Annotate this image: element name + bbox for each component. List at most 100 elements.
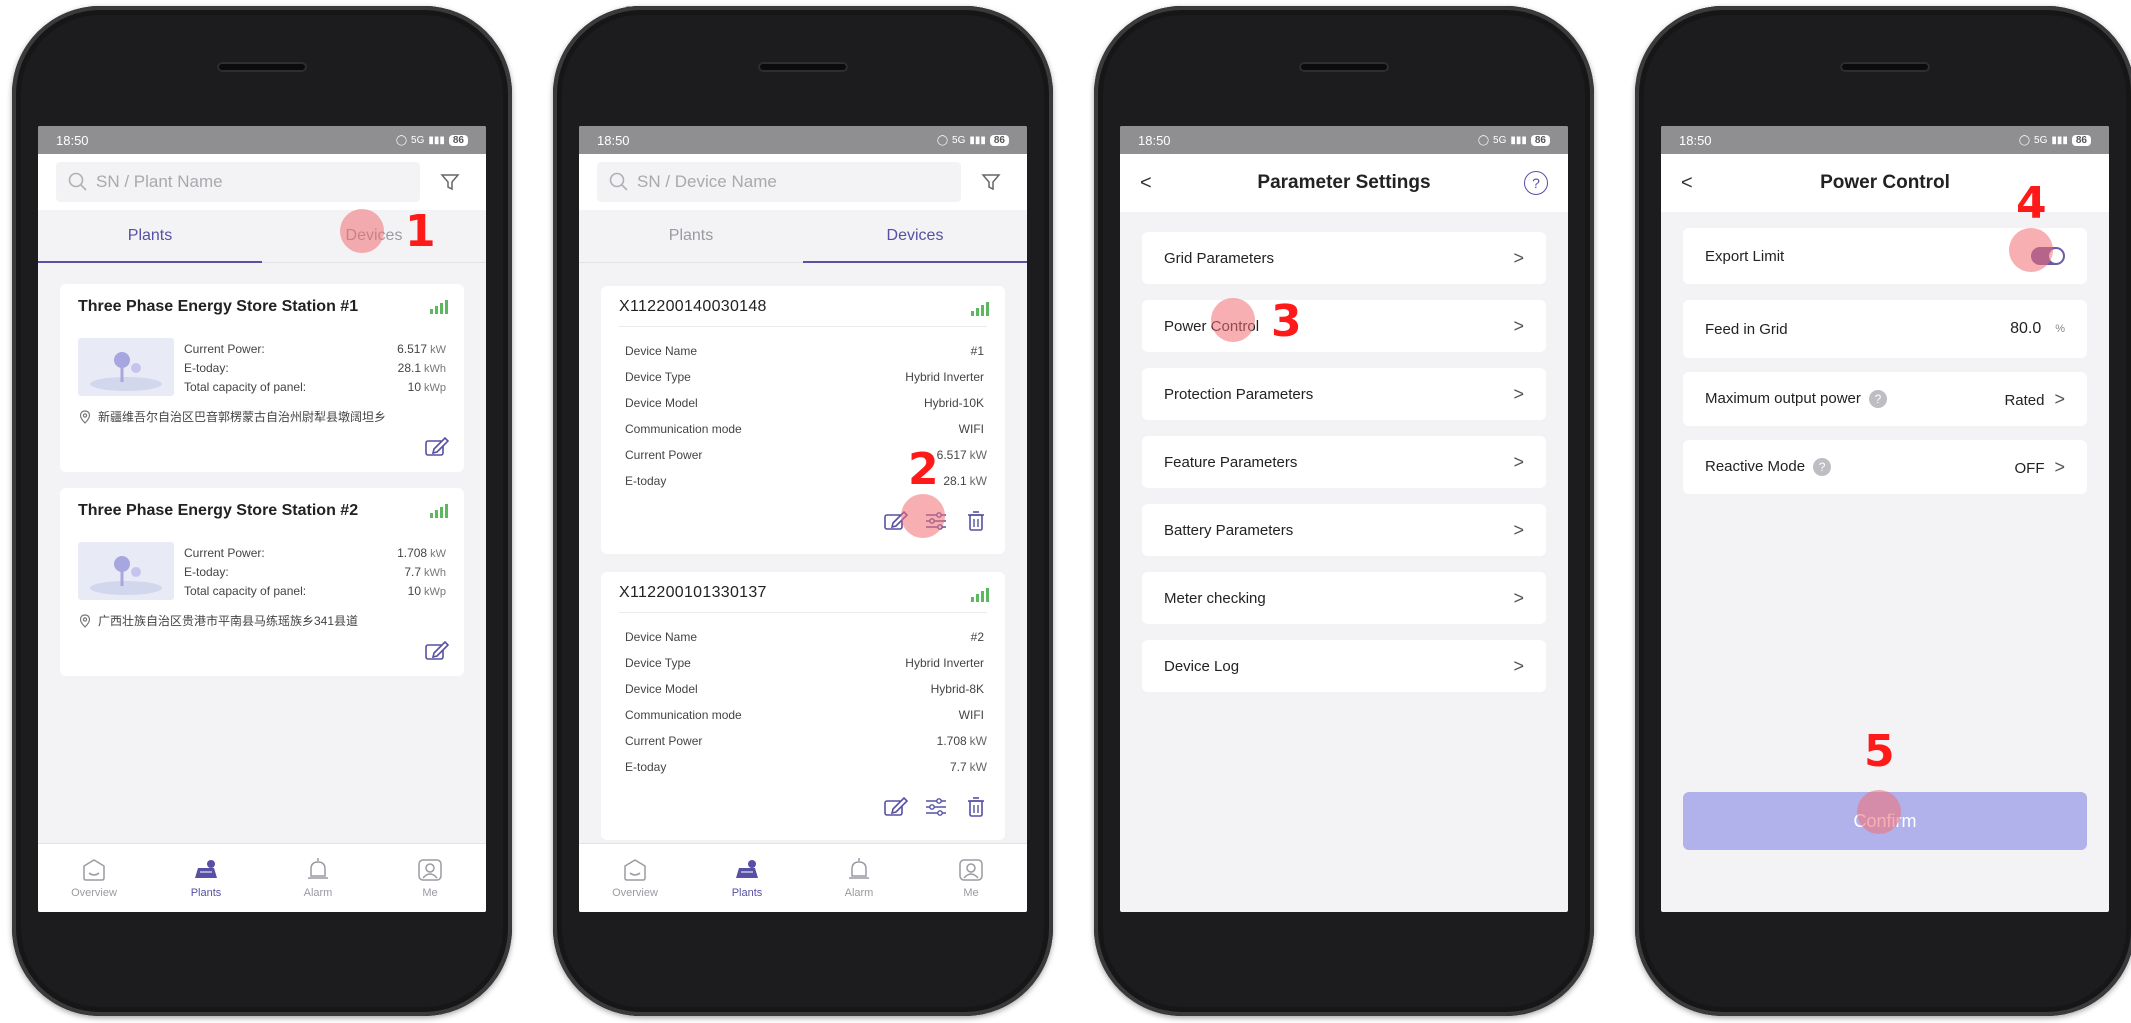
location-pin-icon bbox=[90, 556, 162, 595]
edit-button[interactable] bbox=[424, 434, 450, 460]
tab-devices[interactable]: Devices bbox=[803, 210, 1027, 263]
status-time: 18:50 bbox=[1138, 132, 1171, 148]
menu-item-protection-parameters[interactable]: Protection Parameters > bbox=[1142, 368, 1546, 420]
device-card[interactable]: X112200101330137 Device Name #2 Device Ty… bbox=[601, 572, 1005, 840]
search-placeholder: SN / Device Name bbox=[637, 172, 777, 191]
feed-in-grid-input[interactable]: 80.0 % bbox=[2010, 320, 2065, 338]
help-icon[interactable]: ? bbox=[1868, 390, 1887, 409]
nav-plants[interactable]: Plants bbox=[691, 844, 803, 912]
filter-icon bbox=[440, 174, 460, 191]
chevron-right-icon: > bbox=[1513, 519, 1524, 540]
stat-row: Current Power: 1.708 kW bbox=[184, 546, 446, 560]
stat-value: 7.7 bbox=[404, 565, 421, 579]
menu-item-power-control[interactable]: Power Control > bbox=[1142, 300, 1546, 352]
nav-alarm[interactable]: Alarm bbox=[262, 844, 374, 912]
row-label: Device Name bbox=[625, 344, 698, 358]
row-value: WIFI bbox=[958, 708, 984, 722]
nav-label: Plants bbox=[190, 886, 222, 899]
signal-icon: ▮▮▮ bbox=[1510, 134, 1527, 146]
row-label: Communication mode bbox=[625, 422, 742, 436]
station-card[interactable]: Three Phase Energy Store Station #1 Curr… bbox=[60, 284, 464, 472]
step-number: 3 bbox=[1271, 296, 1302, 347]
device-row: E-today 7.7 kW bbox=[625, 760, 987, 774]
stat-unit: kWp bbox=[424, 586, 446, 598]
tab-plants[interactable]: Plants bbox=[38, 210, 262, 263]
device-row: Device Type Hybrid Inverter bbox=[625, 656, 987, 670]
nav-plants[interactable]: Plants bbox=[150, 844, 262, 912]
stat-unit: kWh bbox=[424, 363, 446, 375]
phone-frame-4: 18:50 ◯ 5G ▮▮▮ 86 < Power Control Export… bbox=[1635, 6, 2131, 1016]
filter-button[interactable] bbox=[432, 164, 468, 200]
export-limit-toggle[interactable] bbox=[2031, 247, 2065, 265]
menu-item-feature-parameters[interactable]: Feature Parameters > bbox=[1142, 436, 1546, 488]
nav-alarm[interactable]: Alarm bbox=[803, 844, 915, 912]
help-icon[interactable]: ? bbox=[1813, 458, 1832, 477]
menu-item-meter-checking[interactable]: Meter checking > bbox=[1142, 572, 1546, 624]
nav-overview[interactable]: Overview bbox=[579, 844, 691, 912]
menu-item-grid-parameters[interactable]: Grid Parameters > bbox=[1142, 232, 1546, 284]
sliders-icon bbox=[926, 512, 946, 530]
menu-label: Meter checking bbox=[1164, 589, 1266, 607]
battery-indicator: 86 bbox=[989, 134, 1009, 146]
status-bar: 18:50 ◯ 5G ▮▮▮ 86 bbox=[1120, 126, 1568, 154]
chevron-right-icon: > bbox=[1513, 315, 1524, 336]
menu-label: Battery Parameters bbox=[1164, 521, 1294, 539]
tab-devices[interactable]: Devices bbox=[262, 210, 486, 262]
menu-item-device-log[interactable]: Device Log > bbox=[1142, 640, 1546, 692]
edit-button[interactable] bbox=[883, 794, 909, 820]
network-label: 5G bbox=[1493, 134, 1507, 146]
settings-button[interactable] bbox=[923, 794, 949, 820]
back-button[interactable]: < bbox=[1140, 172, 1164, 195]
row-label: Export Limit bbox=[1705, 247, 1785, 265]
search-input[interactable]: SN / Device Name bbox=[597, 162, 961, 202]
reactive-mode-row[interactable]: Reactive Mode? OFF > bbox=[1683, 440, 2087, 494]
search-input[interactable]: SN / Plant Name bbox=[56, 162, 420, 202]
battery-indicator: 86 bbox=[1530, 134, 1550, 146]
sliders-icon bbox=[926, 798, 946, 816]
edit-button[interactable] bbox=[424, 638, 450, 664]
filter-button[interactable] bbox=[973, 164, 1009, 200]
row-value: Rated bbox=[2004, 391, 2045, 409]
mute-icon: ◯ bbox=[936, 134, 949, 146]
nav-me[interactable]: Me bbox=[915, 844, 1027, 912]
row-label: Device Model bbox=[625, 396, 698, 410]
row-label: Maximum output power bbox=[1705, 389, 1861, 407]
chevron-right-icon: > bbox=[1513, 655, 1524, 676]
row-value: 6.517 bbox=[936, 448, 967, 462]
tab-plants[interactable]: Plants bbox=[579, 210, 803, 262]
stat-row: E-today: 7.7 kWh bbox=[184, 565, 446, 579]
page-title: Parameter Settings bbox=[1257, 172, 1431, 193]
delete-button[interactable] bbox=[963, 794, 989, 820]
row-label: Device Type bbox=[625, 656, 691, 670]
tab-label: Plants bbox=[127, 227, 173, 244]
alarm-icon bbox=[308, 857, 328, 879]
max-output-power-row[interactable]: Maximum output power? Rated > bbox=[1683, 372, 2087, 426]
mute-icon: ◯ bbox=[395, 134, 408, 146]
delete-button[interactable] bbox=[963, 508, 989, 534]
battery-indicator: 86 bbox=[2071, 134, 2091, 146]
edit-icon bbox=[425, 641, 449, 660]
help-icon[interactable]: ? bbox=[1524, 171, 1548, 195]
menu-label: Grid Parameters bbox=[1164, 249, 1275, 267]
feed-value: 80.0 bbox=[2010, 320, 2042, 337]
settings-button[interactable] bbox=[923, 508, 949, 534]
menu-label: Protection Parameters bbox=[1164, 385, 1314, 403]
plant-thumbnail bbox=[78, 542, 174, 600]
device-card[interactable]: X112200140030148 Device Name #1 Device Ty… bbox=[601, 286, 1005, 554]
confirm-button[interactable]: Confirm bbox=[1683, 792, 2087, 850]
back-button[interactable]: < bbox=[1681, 172, 1705, 195]
station-card[interactable]: Three Phase Energy Store Station #2 Curr… bbox=[60, 488, 464, 676]
status-icons: ◯ 5G ▮▮▮ 86 bbox=[2019, 134, 2091, 146]
nav-me[interactable]: Me bbox=[374, 844, 486, 912]
device-row: Device Type Hybrid Inverter bbox=[625, 370, 987, 384]
edit-button[interactable] bbox=[883, 508, 909, 534]
nav-overview[interactable]: Overview bbox=[38, 844, 150, 912]
phone-frame-1: 18:50 ◯ 5G ▮▮▮ 86 SN / Plant Name Plants… bbox=[12, 6, 512, 1016]
menu-item-battery-parameters[interactable]: Battery Parameters > bbox=[1142, 504, 1546, 556]
network-label: 5G bbox=[952, 134, 966, 146]
network-label: 5G bbox=[2034, 134, 2048, 146]
stat-value: 10 bbox=[407, 584, 421, 598]
stat-row: Total capacity of panel: 10 kWp bbox=[184, 380, 446, 394]
stat-unit: kWh bbox=[424, 567, 446, 579]
menu-label: Feature Parameters bbox=[1164, 453, 1298, 471]
